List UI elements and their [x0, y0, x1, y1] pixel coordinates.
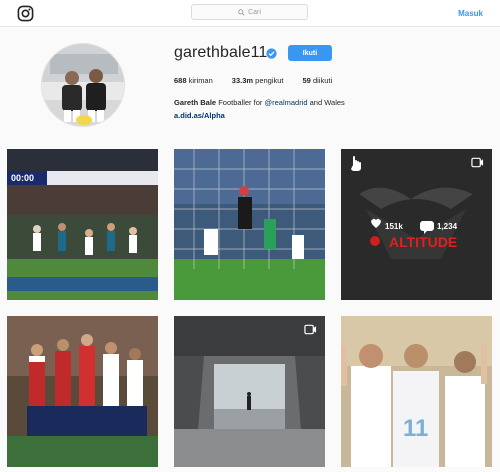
comments-count: 1,234	[437, 222, 458, 231]
search-icon	[238, 8, 245, 16]
profile-website-link[interactable]: a.did.as/Alpha	[174, 111, 225, 120]
likes-count: 151k	[385, 222, 403, 231]
profile-full-name: Gareth Bale	[174, 98, 217, 107]
post-tile-2[interactable]	[174, 149, 325, 300]
profile-bio: Gareth Bale Footballer for @realmadrid a…	[174, 98, 345, 107]
post-tile-4[interactable]	[7, 316, 158, 467]
bio-text: Footballer for	[218, 98, 263, 107]
jersey-number: 11	[403, 415, 428, 442]
post-tile-5[interactable]	[174, 316, 325, 467]
post-brand-text: ALTITUDE	[389, 234, 457, 250]
bio-mention-link[interactable]: @realmadrid	[264, 98, 307, 107]
avatar[interactable]	[41, 43, 125, 127]
post-banner-text: 00:00	[11, 173, 34, 183]
post-tile-6[interactable]: 11	[341, 316, 492, 467]
followers-count[interactable]: 33.3m pengikut	[232, 76, 284, 85]
login-link[interactable]: Masuk	[458, 9, 483, 18]
profile-stats: 688 kiriman 33.3m pengikut 59 diikuti	[174, 76, 351, 85]
profile-username: garethbale11	[174, 44, 268, 61]
following-count[interactable]: 59 diikuti	[303, 76, 333, 85]
top-bar: Cari Masuk	[0, 0, 500, 27]
search-placeholder: Cari	[248, 8, 261, 16]
search-input[interactable]: Cari	[191, 4, 308, 20]
bio-tail: and Wales	[309, 98, 345, 107]
posts-count[interactable]: 688 kiriman	[174, 76, 213, 85]
video-icon	[304, 324, 317, 335]
follow-button[interactable]: Ikuti	[288, 45, 332, 61]
verified-badge-icon	[266, 48, 277, 59]
instagram-icon[interactable]	[17, 5, 34, 22]
post-tile-3[interactable]: ALTITUDE 151k 1,234	[341, 149, 492, 300]
video-icon	[471, 157, 484, 168]
post-tile-1[interactable]: 00:00	[7, 149, 158, 300]
